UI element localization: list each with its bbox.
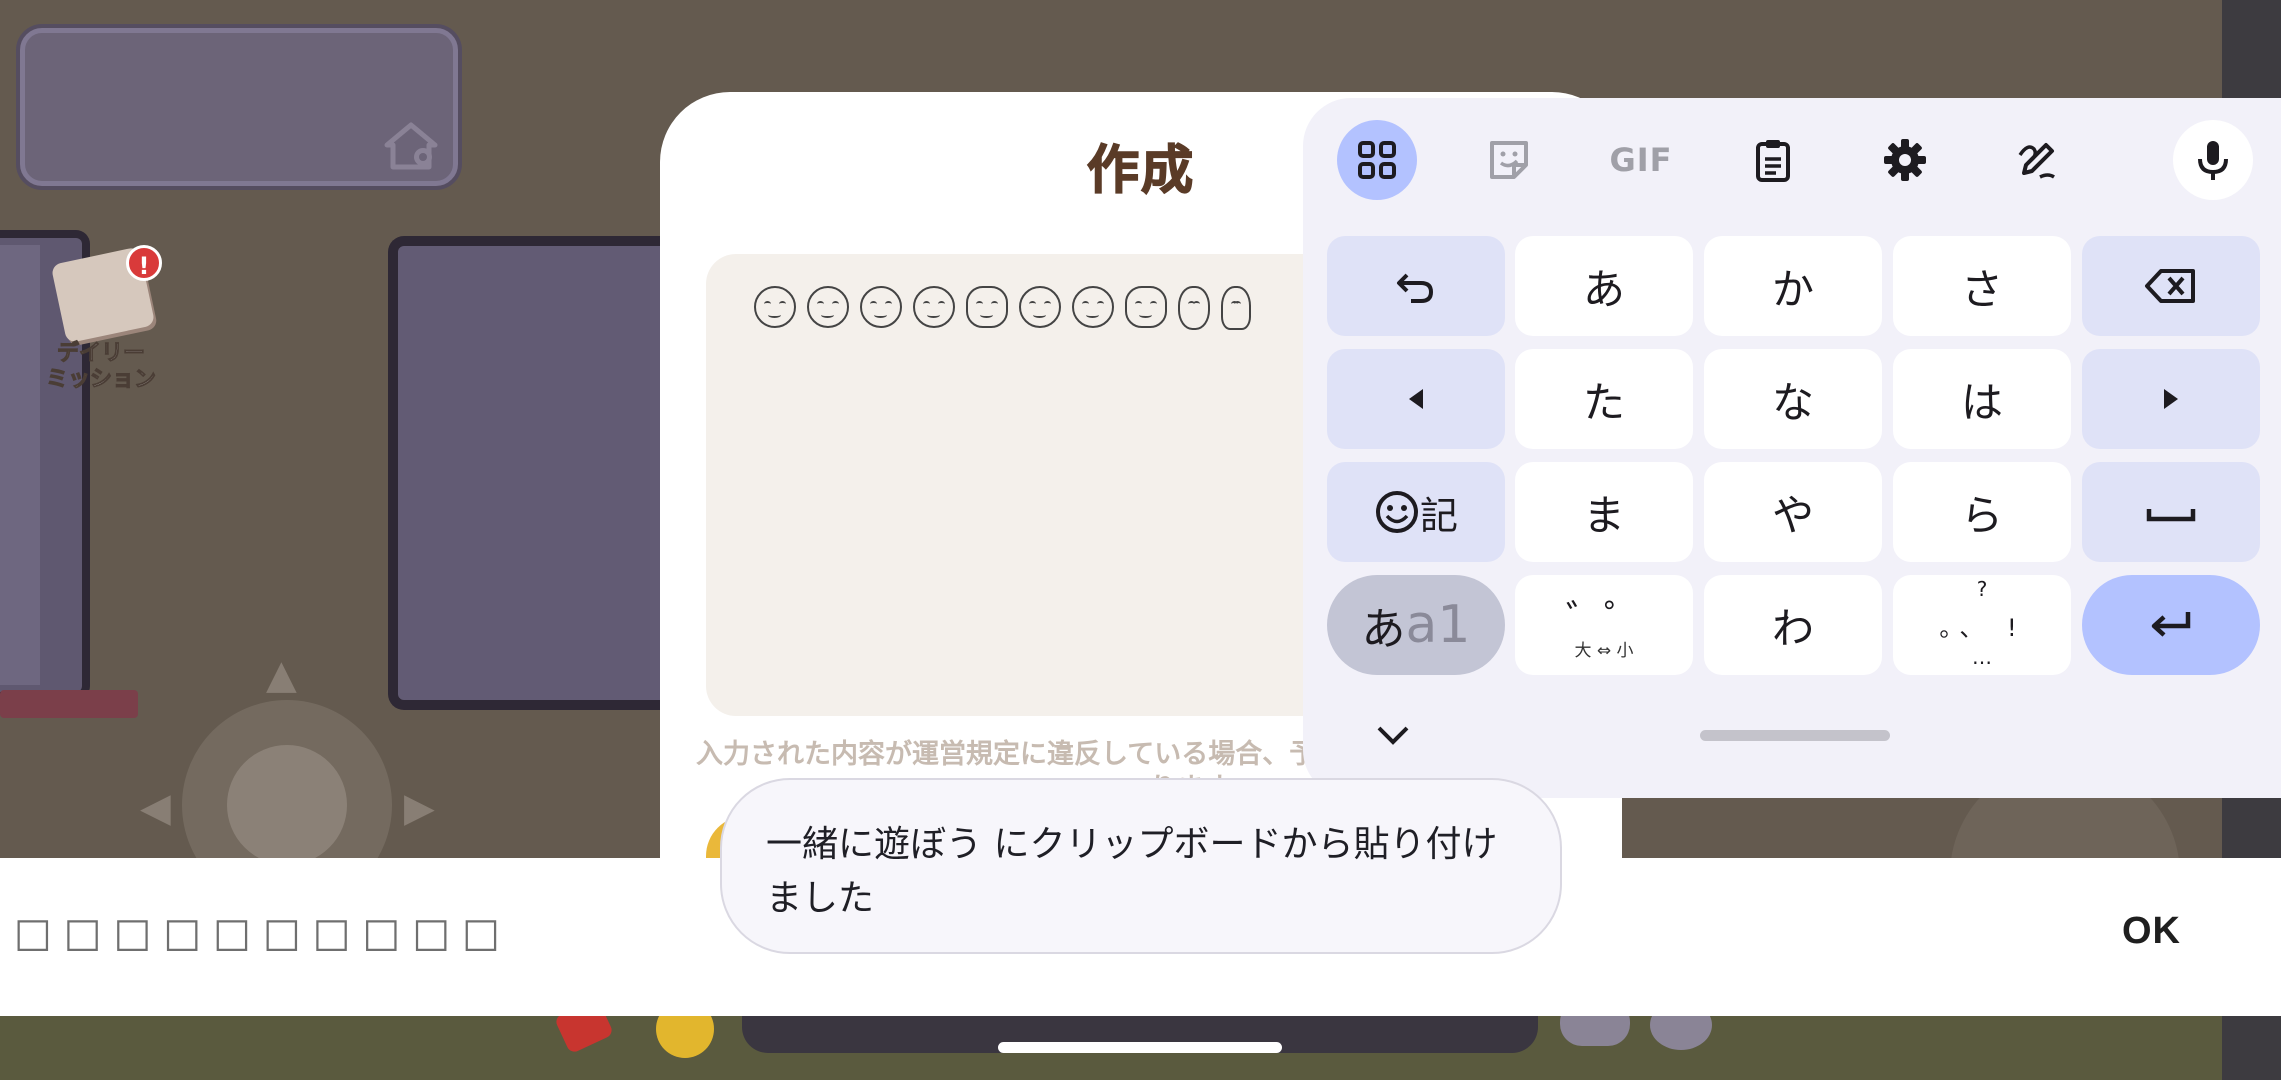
face-doodle-icon [1019, 286, 1061, 328]
key-ha[interactable]: は [1893, 349, 2071, 449]
joystick-left-arrow-icon: ◀ [140, 785, 171, 831]
figure-doodle-icon [1221, 286, 1251, 330]
joystick-knob[interactable] [227, 745, 347, 865]
punct-marks: 。、 ! [1939, 613, 2025, 642]
key-sa[interactable]: さ [1893, 236, 2071, 336]
gif-label: GIF [1609, 141, 1673, 179]
daily-mission-label: デイリー ミッション [46, 341, 157, 393]
face-doodle-icon [966, 286, 1008, 328]
sticker-icon[interactable] [1469, 120, 1549, 200]
mode-alpha-label: a1 [1405, 595, 1471, 655]
gesture-navigation-bar[interactable] [998, 1042, 1282, 1053]
bulletin-board [388, 236, 668, 710]
undo-key[interactable] [1327, 236, 1505, 336]
clipboard-icon[interactable] [1733, 120, 1813, 200]
emoji-symbol-key[interactable]: 記 [1327, 462, 1505, 562]
left-arrow-icon [1409, 389, 1423, 409]
microphone-icon[interactable] [2173, 120, 2253, 200]
face-doodle-icon [913, 286, 955, 328]
mode-kana-label: あ [1361, 604, 1406, 655]
key-ma[interactable]: ま [1515, 462, 1693, 562]
dakuten-label: ゛゜ [1565, 596, 1642, 641]
size-toggle-label: 大 ⇔ 小 [1574, 641, 1634, 661]
right-arrow-icon [2164, 389, 2178, 409]
cursor-right-key[interactable] [2082, 349, 2260, 449]
key-ra[interactable]: ら [1893, 462, 2071, 562]
handwriting-pen-icon[interactable] [1997, 120, 2077, 200]
face-doodles [754, 286, 1251, 334]
face-doodle-icon [860, 286, 902, 328]
keyboard-drag-handle[interactable] [1700, 730, 1890, 741]
space-key[interactable] [2082, 462, 2260, 562]
undo-icon [1397, 273, 1434, 303]
cursor-left-key[interactable] [1327, 349, 1505, 449]
alert-badge: ! [126, 245, 162, 281]
enter-arrow-icon [2151, 612, 2191, 637]
bear-doodle-icon [1125, 286, 1167, 328]
plank [0, 690, 138, 718]
chevron-down-icon [1377, 726, 1409, 745]
apps-grid-icon[interactable] [1337, 120, 1417, 200]
input-mode-key[interactable]: あ a1 [1327, 575, 1505, 675]
keyboard-toolbar: GIF [1333, 120, 2263, 200]
joystick-right-arrow-icon: ▶ [404, 785, 435, 831]
key-ka[interactable]: か [1704, 236, 1882, 336]
key-na[interactable]: な [1704, 349, 1882, 449]
emoji-icon [1375, 491, 1418, 533]
wall-left [0, 245, 40, 685]
key-ya[interactable]: や [1704, 462, 1882, 562]
backspace-key[interactable] [2082, 236, 2260, 336]
dakuten-key[interactable]: ゛゜ 大 ⇔ 小 [1515, 575, 1693, 675]
joystick-up-arrow-icon: ▲ [266, 652, 297, 698]
face-doodle-icon [1072, 286, 1114, 328]
punct-question: ? [1976, 577, 1988, 601]
daily-mission-button[interactable]: ! デイリー ミッション [46, 245, 162, 395]
ok-button[interactable]: OK [2122, 910, 2181, 953]
hide-keyboard-button[interactable] [1363, 710, 1423, 760]
key-ta[interactable]: た [1515, 349, 1693, 449]
kigou-label: 記 [1419, 493, 1458, 538]
japanese-keyboard: GIF あ か さ た な は 記 ま や ら あ a1 ゛゜ 大 ⇔ 小 わ … [1303, 98, 2281, 798]
rules-notice: 入力された内容が運営規定に違反している場合、予告 [696, 739, 1336, 770]
clipboard-toast: 一緒に遊ぼう にクリップボードから貼り付けました [720, 778, 1562, 954]
punct-ellipsis: … [1972, 645, 1992, 669]
text-input-field[interactable]: □□□□□□□□□□ [14, 910, 512, 956]
face-doodle-icon [807, 286, 849, 328]
home-menu-panel[interactable] [20, 28, 458, 186]
key-a[interactable]: あ [1515, 236, 1693, 336]
settings-gear-icon[interactable] [1865, 120, 1945, 200]
home-settings-icon[interactable] [381, 119, 441, 171]
key-wa[interactable]: わ [1704, 575, 1882, 675]
backspace-icon [2145, 269, 2195, 303]
punctuation-key[interactable]: ? 。、 ! … [1893, 575, 2071, 675]
enter-key[interactable] [2082, 575, 2260, 675]
space-icon [2146, 509, 2196, 522]
face-doodle-icon [754, 286, 796, 328]
gif-button[interactable]: GIF [1601, 120, 1681, 200]
bean-doodle-icon [1178, 286, 1210, 330]
